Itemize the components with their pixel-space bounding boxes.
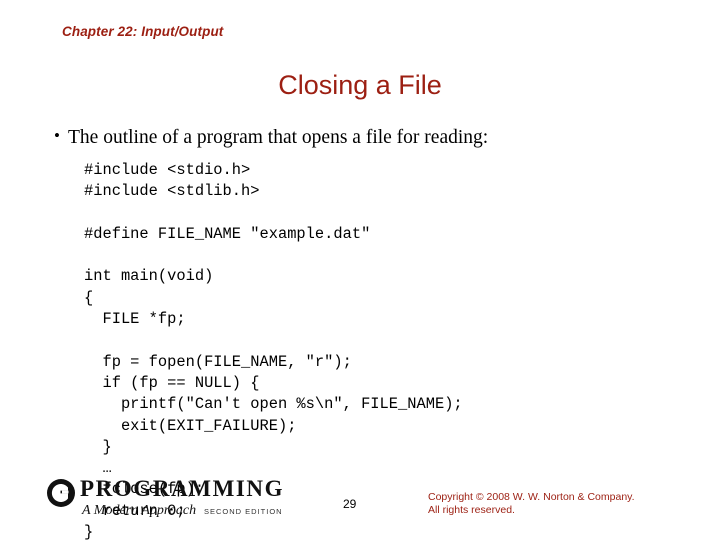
code-line: { [84, 288, 94, 307]
code-line: fp = fopen(FILE_NAME, "r"); [84, 352, 352, 371]
code-line: #define FILE_NAME "example.dat" [84, 224, 371, 243]
page-title: Closing a File [278, 70, 442, 100]
bullet-marker-icon: • [54, 126, 60, 145]
code-line: #include <stdlib.h> [84, 182, 260, 201]
code-line: FILE *fp; [84, 310, 186, 329]
code-line: if (fp == NULL) { [84, 373, 260, 392]
code-line: #include <stdio.h> [84, 161, 251, 179]
bullet-item: • The outline of a program that opens a … [46, 126, 488, 149]
page-number: 29 [343, 497, 357, 511]
copyright-notice: Copyright © 2008 W. W. Norton & Company.… [428, 491, 635, 517]
bullet-text: The outline of a program that opens a fi… [68, 127, 489, 148]
code-line: } [84, 437, 112, 456]
c-logo-icon [47, 479, 75, 507]
logo-edition: SECOND EDITION [204, 507, 283, 516]
publisher-logo: PROGRAMMING A Modern Approach SECOND EDI… [46, 476, 286, 522]
slide: Chapter 22: Input/Output Closing a File … [0, 0, 720, 541]
code-line: int main(void) [84, 267, 214, 286]
copyright-line-2: All rights reserved. [428, 504, 515, 516]
code-line: printf("Can't open %s\n", FILE_NAME); [84, 395, 463, 414]
chapter-header: Chapter 22: Input/Output [62, 24, 224, 39]
code-line: exit(EXIT_FAILURE); [84, 416, 297, 435]
logo-subtitle: A Modern Approach [82, 503, 197, 518]
logo-title: PROGRAMMING [80, 476, 285, 501]
copyright-line-1: Copyright © 2008 W. W. Norton & Company. [428, 491, 635, 503]
